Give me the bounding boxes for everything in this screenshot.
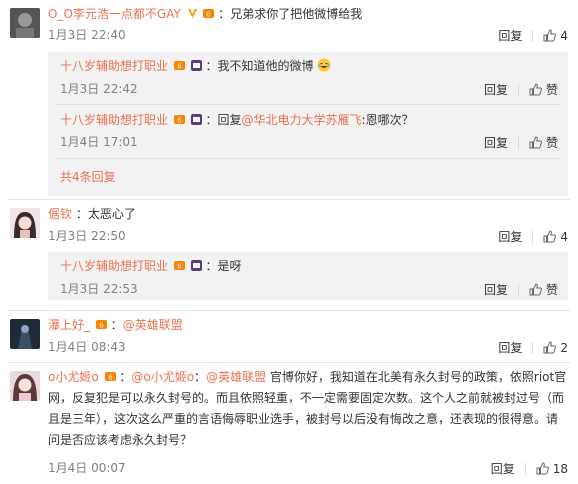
reply-button[interactable]: 回复 bbox=[491, 460, 515, 477]
svg-text:6: 6 bbox=[108, 374, 113, 382]
member-crown-icon: 6 bbox=[173, 261, 185, 271]
reply-button[interactable]: 回复 bbox=[484, 281, 508, 298]
member-crown-icon: 6 bbox=[173, 61, 185, 71]
like-label: 赞 bbox=[545, 83, 558, 97]
comment-1: O_O李元浩一点都不GAY 6 ：兄弟求你了把他微博给我 1月3日 22:40 … bbox=[0, 0, 578, 204]
avatar[interactable] bbox=[10, 371, 40, 401]
like-button[interactable]: 18 bbox=[536, 462, 568, 476]
thumbs-up-icon bbox=[536, 462, 549, 475]
like-button[interactable]: 4 bbox=[543, 29, 568, 43]
reply-text: ：我不知道他的微博 bbox=[205, 59, 314, 73]
comment-prefix: ： bbox=[110, 318, 123, 332]
reply-text: :恩哪次？ bbox=[361, 113, 414, 127]
member-crown-icon: 6 bbox=[95, 320, 107, 330]
comment-4: o小尤姬o 6 ：@o小尤姬o：@英雄联盟 官博你好，我知道在北美有永久封号的政… bbox=[0, 363, 578, 484]
commenter-name[interactable]: 倨钦 bbox=[48, 207, 72, 221]
comment-text-line-4: 问是否应该考虑永久封号？ bbox=[48, 433, 193, 447]
more-replies-link[interactable]: 共4条回复 bbox=[60, 170, 116, 184]
mention-link[interactable]: @华北电力大学苏雁飞 bbox=[242, 113, 362, 127]
verified-v-icon bbox=[187, 9, 197, 18]
reply-author-name[interactable]: 十八岁辅助想打职业 bbox=[60, 113, 168, 127]
thumbs-up-icon bbox=[543, 230, 557, 243]
comment-3: 瀑上好_ 6 ：@英雄联盟 1月4日 08:43 回复 2 bbox=[0, 311, 578, 361]
reply-prefix: ：回复 bbox=[205, 113, 242, 127]
like-count: 2 bbox=[560, 340, 568, 355]
avatar[interactable] bbox=[10, 208, 40, 238]
like-count: 4 bbox=[560, 229, 568, 244]
svg-text:6: 6 bbox=[99, 322, 104, 330]
reply-author-name[interactable]: 十八岁辅助想打职业 bbox=[60, 59, 168, 73]
thumbs-up-icon bbox=[543, 341, 557, 354]
laugh-cry-emoji-icon bbox=[317, 58, 331, 72]
like-count: 4 bbox=[560, 28, 568, 43]
reply-time: 1月4日 17:01 bbox=[60, 135, 138, 149]
fan-badge-icon bbox=[190, 60, 202, 71]
like-button[interactable]: 2 bbox=[543, 341, 568, 355]
reply-button[interactable]: 回复 bbox=[484, 81, 508, 98]
reply-button[interactable]: 回复 bbox=[498, 339, 522, 356]
comment-mid: ： bbox=[194, 370, 207, 384]
reply-time: 1月3日 22:42 bbox=[60, 82, 138, 96]
thumbs-up-icon bbox=[529, 136, 542, 149]
sub-reply-box: 十八岁辅助想打职业 6 ：是呀 1月3日 22:53 回复 赞 bbox=[48, 252, 568, 300]
svg-text:6: 6 bbox=[207, 11, 212, 19]
svg-text:6: 6 bbox=[177, 63, 182, 71]
like-button[interactable]: 赞 bbox=[529, 134, 558, 151]
commenter-name[interactable]: O_O李元浩一点都不GAY bbox=[48, 7, 181, 21]
reply-button[interactable]: 回复 bbox=[498, 27, 522, 44]
reply-author-name[interactable]: 十八岁辅助想打职业 bbox=[60, 259, 168, 273]
reply-button[interactable]: 回复 bbox=[498, 228, 522, 245]
reply-time: 1月3日 22:53 bbox=[60, 282, 138, 296]
comment-text-line-1: 官博你好，我知道在北美有永久封号的政策，依照riot官 bbox=[266, 370, 567, 384]
mention-link[interactable]: @英雄联盟 bbox=[206, 370, 266, 384]
reply-text: ：是呀 bbox=[205, 259, 242, 273]
like-button[interactable]: 赞 bbox=[529, 81, 558, 98]
comment-2: 倨钦 ：太恶心了 1月3日 22:50 回复 4 十八岁辅助想打职业 6 ：是呀… bbox=[0, 200, 578, 308]
commenter-name[interactable]: o小尤姬o bbox=[48, 370, 99, 384]
member-crown-icon: 6 bbox=[104, 372, 116, 382]
svg-text:6: 6 bbox=[177, 263, 182, 271]
comment-text-line-2: 网，反复犯是可以永久封号的。而且依照轻重，不一定需要固定次数。这个人之前就被封过… bbox=[48, 391, 565, 405]
comment-time: 1月4日 08:43 bbox=[48, 340, 126, 354]
like-label: 赞 bbox=[545, 283, 558, 297]
thumbs-up-icon bbox=[529, 83, 542, 96]
sub-reply-box: 十八岁辅助想打职业 6 ：我不知道他的微博 1月3日 22:42 回复 赞 十八… bbox=[48, 52, 568, 196]
svg-text:6: 6 bbox=[177, 117, 182, 125]
comment-time: 1月3日 22:40 bbox=[48, 28, 126, 42]
avatar[interactable] bbox=[10, 319, 40, 349]
fan-badge-icon bbox=[190, 260, 202, 271]
fan-badge-icon bbox=[190, 114, 202, 125]
comment-text-line-3: 且是三年），这次这么严重的言语侮辱职业选手，被封号以后没有悔改之意，还表现的很得… bbox=[48, 412, 559, 426]
like-label: 赞 bbox=[545, 136, 558, 150]
comment-prefix: ： bbox=[119, 370, 132, 384]
like-button[interactable]: 赞 bbox=[529, 281, 558, 298]
comment-time: 1月4日 00:07 bbox=[48, 461, 126, 475]
member-crown-icon: 6 bbox=[173, 115, 185, 125]
mention-link[interactable]: @o小尤姬o bbox=[131, 370, 194, 384]
commenter-name[interactable]: 瀑上好_ bbox=[48, 318, 90, 332]
comment-time: 1月3日 22:50 bbox=[48, 229, 126, 243]
thumbs-up-icon bbox=[543, 29, 557, 42]
thumbs-up-icon bbox=[529, 283, 542, 296]
reply-button[interactable]: 回复 bbox=[484, 134, 508, 151]
like-count: 18 bbox=[552, 461, 568, 476]
member-crown-icon: 6 bbox=[203, 9, 215, 19]
comment-text: ：太恶心了 bbox=[75, 207, 136, 221]
like-button[interactable]: 4 bbox=[543, 230, 568, 244]
mention-link[interactable]: @英雄联盟 bbox=[123, 318, 183, 332]
comment-text: ：兄弟求你了把他微博给我 bbox=[218, 7, 363, 21]
avatar[interactable] bbox=[10, 8, 40, 38]
